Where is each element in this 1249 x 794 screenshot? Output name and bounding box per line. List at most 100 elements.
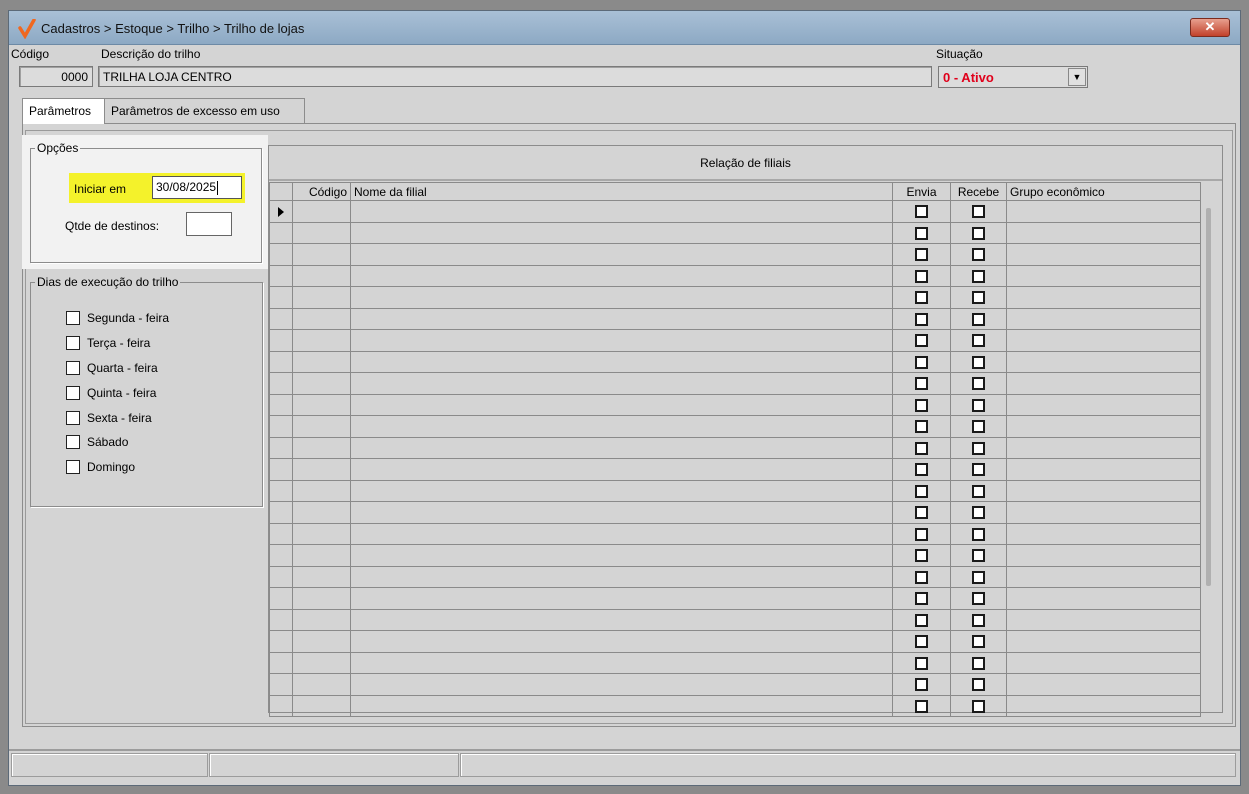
codigo-field[interactable]: 0000 [19,66,93,87]
cell-recebe[interactable] [950,415,1007,438]
cell-envia[interactable] [892,587,951,610]
checkbox-icon[interactable] [915,226,928,240]
cell-codigo[interactable] [292,286,351,309]
cell-envia[interactable] [892,286,951,309]
table-row[interactable] [269,221,1201,244]
cell-grupo-economico[interactable] [1006,436,1201,459]
cell-grupo-economico[interactable] [1006,544,1201,567]
cell-recebe[interactable] [950,200,1007,223]
checkbox-icon[interactable] [972,506,985,520]
cell-grupo-economico[interactable] [1006,608,1201,631]
checkbox-icon[interactable] [915,635,928,649]
cell-nome-filial[interactable] [350,329,893,352]
checkbox-icon[interactable] [915,699,928,713]
checkbox-icon[interactable] [915,441,928,455]
cell-codigo[interactable] [292,544,351,567]
cell-nome-filial[interactable] [350,479,893,502]
cell-grupo-economico[interactable] [1006,415,1201,438]
cell-envia[interactable] [892,243,951,266]
checkbox-icon[interactable] [915,398,928,412]
table-row[interactable] [269,587,1201,610]
cell-codigo[interactable] [292,565,351,588]
cell-recebe[interactable] [950,565,1007,588]
cell-nome-filial[interactable] [350,221,893,244]
checkbox-icon[interactable] [972,420,985,434]
table-row[interactable] [269,436,1201,459]
cell-grupo-economico[interactable] [1006,264,1201,287]
checkbox-icon[interactable] [972,269,985,283]
cell-recebe[interactable] [950,651,1007,674]
cell-recebe[interactable] [950,436,1007,459]
checkbox-icon[interactable] [972,699,985,713]
table-row[interactable] [269,608,1201,631]
cell-nome-filial[interactable] [350,501,893,524]
cell-recebe[interactable] [950,221,1007,244]
cell-grupo-economico[interactable] [1006,565,1201,588]
dia-sexta[interactable]: Sexta - feira [66,409,152,427]
cell-grupo-economico[interactable] [1006,221,1201,244]
checkbox-icon[interactable] [915,355,928,369]
close-button[interactable]: ✕ [1190,18,1230,37]
cell-nome-filial[interactable] [350,286,893,309]
cell-grupo-economico[interactable] [1006,393,1201,416]
row-indicator[interactable] [269,479,293,502]
checkbox-icon[interactable] [915,484,928,498]
cell-envia[interactable] [892,673,951,696]
cell-codigo[interactable] [292,522,351,545]
checkbox-icon[interactable] [66,460,80,474]
checkbox-icon[interactable] [972,334,985,348]
cell-envia[interactable] [892,372,951,395]
cell-grupo-economico[interactable] [1006,458,1201,481]
row-indicator[interactable] [269,393,293,416]
tab-parametros[interactable]: Parâmetros [22,98,105,124]
checkbox-icon[interactable] [972,398,985,412]
cell-envia[interactable] [892,436,951,459]
row-indicator[interactable] [269,264,293,287]
cell-envia[interactable] [892,544,951,567]
qtde-input[interactable] [186,212,232,236]
checkbox-icon[interactable] [915,248,928,262]
checkbox-icon[interactable] [915,269,928,283]
cell-grupo-economico[interactable] [1006,200,1201,223]
cell-envia[interactable] [892,522,951,545]
cell-nome-filial[interactable] [350,264,893,287]
cell-codigo[interactable] [292,651,351,674]
dia-domingo[interactable]: Domingo [66,458,135,476]
cell-nome-filial[interactable] [350,243,893,266]
cell-nome-filial[interactable] [350,544,893,567]
cell-nome-filial[interactable] [350,458,893,481]
cell-nome-filial[interactable] [350,694,893,717]
cell-grupo-economico[interactable] [1006,243,1201,266]
cell-recebe[interactable] [950,522,1007,545]
table-row[interactable] [269,372,1201,395]
checkbox-icon[interactable] [972,656,985,670]
row-indicator[interactable] [269,200,293,223]
table-row[interactable] [269,630,1201,653]
cell-envia[interactable] [892,329,951,352]
cell-codigo[interactable] [292,393,351,416]
cell-codigo[interactable] [292,630,351,653]
row-indicator[interactable] [269,587,293,610]
checkbox-icon[interactable] [66,435,80,449]
cell-grupo-economico[interactable] [1006,694,1201,717]
table-row[interactable] [269,694,1201,717]
cell-nome-filial[interactable] [350,651,893,674]
checkbox-icon[interactable] [972,635,985,649]
checkbox-icon[interactable] [972,463,985,477]
cell-nome-filial[interactable] [350,587,893,610]
cell-envia[interactable] [892,501,951,524]
cell-codigo[interactable] [292,608,351,631]
cell-recebe[interactable] [950,264,1007,287]
table-row[interactable] [269,544,1201,567]
cell-recebe[interactable] [950,544,1007,567]
cell-recebe[interactable] [950,243,1007,266]
cell-recebe[interactable] [950,372,1007,395]
row-indicator[interactable] [269,501,293,524]
cell-nome-filial[interactable] [350,565,893,588]
cell-envia[interactable] [892,458,951,481]
col-nome-filial[interactable]: Nome da filial [350,182,893,201]
checkbox-icon[interactable] [915,377,928,391]
cell-grupo-economico[interactable] [1006,630,1201,653]
col-grupo-economico[interactable]: Grupo econômico [1006,182,1201,201]
cell-nome-filial[interactable] [350,307,893,330]
